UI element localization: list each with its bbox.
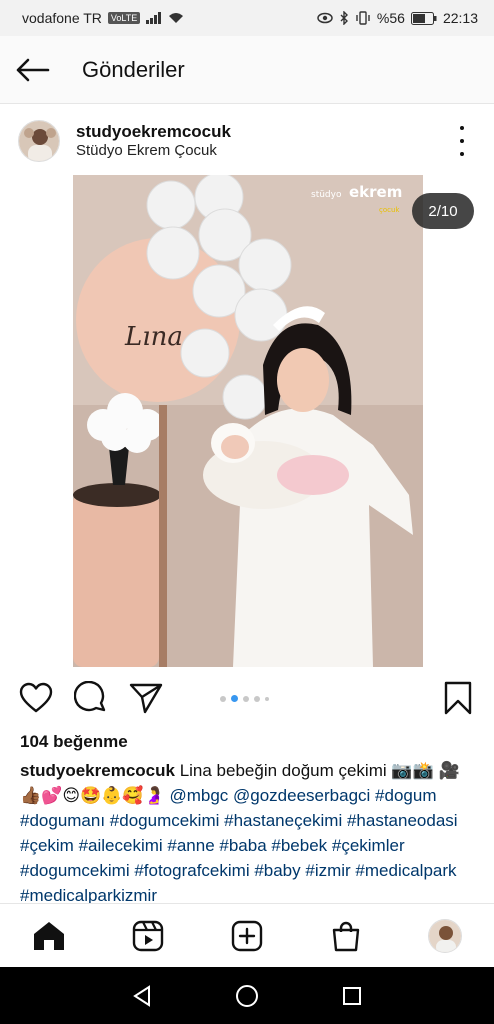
recents-square-icon[interactable] [341, 985, 363, 1007]
clock: 22:13 [442, 10, 478, 26]
nav-reels[interactable] [124, 912, 172, 960]
carousel-indicator [220, 695, 269, 702]
post-username[interactable]: studyoekremcocuk [76, 121, 231, 142]
bluetooth-icon [340, 11, 348, 25]
carousel-dot [265, 696, 269, 701]
carousel-dot [243, 695, 249, 702]
plus-square-icon [231, 920, 263, 951]
post-caption: studyoekremcocuk Lina bebeğin doğum çeki… [20, 758, 480, 903]
battery-percent: %56 [376, 10, 405, 26]
vibrate-icon [356, 11, 370, 25]
carousel-dot-active [231, 695, 238, 702]
dot-icon [460, 139, 464, 143]
nav-shop[interactable] [322, 912, 370, 960]
caption-mentions[interactable]: @mbgc @gozdeeserbagci [169, 786, 370, 805]
status-bar: vodafone TR VoLTE %56 22:13 [0, 0, 494, 36]
avatar [427, 918, 462, 953]
comment-button[interactable] [71, 678, 111, 718]
nav-profile[interactable] [421, 912, 469, 960]
battery-icon [410, 11, 437, 25]
wifi-icon [169, 13, 184, 23]
page-title: Gönderiler [82, 56, 185, 82]
dot-icon [460, 126, 464, 130]
post-photo[interactable]: Lına stüdyo ekrem çocuk [73, 175, 423, 667]
carrier-label: vodafone TR [22, 10, 102, 26]
home-circle-icon[interactable] [235, 984, 259, 1008]
caption-text: Lina bebeğin doğum çekimi 📷📸 [179, 761, 434, 780]
comment-icon [74, 681, 106, 712]
watermark-name: ekrem [349, 183, 402, 201]
likes-count[interactable]: 104 beğenme [20, 732, 128, 752]
send-icon [129, 683, 163, 714]
post-location[interactable]: Stüdyo Ekrem Çocuk [76, 142, 231, 161]
watermark-brand: stüdyo [311, 190, 342, 200]
bottom-nav [0, 903, 494, 967]
photo-illustration: Lına stüdyo ekrem çocuk [73, 175, 423, 667]
photo-counter: 2/10 [412, 193, 474, 229]
more-options-button[interactable] [450, 126, 474, 156]
heart-icon [19, 682, 53, 713]
post-user: studyoekremcocuk Stüdyo Ekrem Çocuk [76, 121, 231, 161]
arrow-left-icon [16, 58, 50, 81]
caption-username[interactable]: studyoekremcocuk [20, 761, 175, 780]
nav-create[interactable] [223, 912, 271, 960]
dot-icon [460, 152, 464, 156]
shopping-bag-icon [332, 921, 359, 951]
bookmark-icon [444, 681, 472, 715]
nav-home[interactable] [25, 912, 73, 960]
eye-icon [317, 12, 333, 24]
like-button[interactable] [16, 678, 56, 718]
avatar[interactable] [18, 120, 60, 162]
volte-badge: VoLTE [107, 12, 141, 24]
home-icon [34, 921, 65, 950]
back-button[interactable] [0, 36, 66, 104]
back-triangle-icon[interactable] [131, 984, 153, 1007]
reels-icon [132, 920, 164, 951]
save-button[interactable] [438, 678, 478, 718]
post-header: studyoekremcocuk Stüdyo Ekrem Çocuk [0, 110, 494, 172]
carousel-dot [220, 695, 226, 702]
signal-icon [146, 12, 162, 24]
system-nav-bar [0, 967, 494, 1024]
name-sign: Lına [124, 322, 183, 352]
share-button[interactable] [126, 678, 166, 718]
carousel-dot [254, 695, 260, 702]
watermark-sub: çocuk [379, 206, 400, 214]
app-bar: Gönderiler [0, 36, 494, 104]
